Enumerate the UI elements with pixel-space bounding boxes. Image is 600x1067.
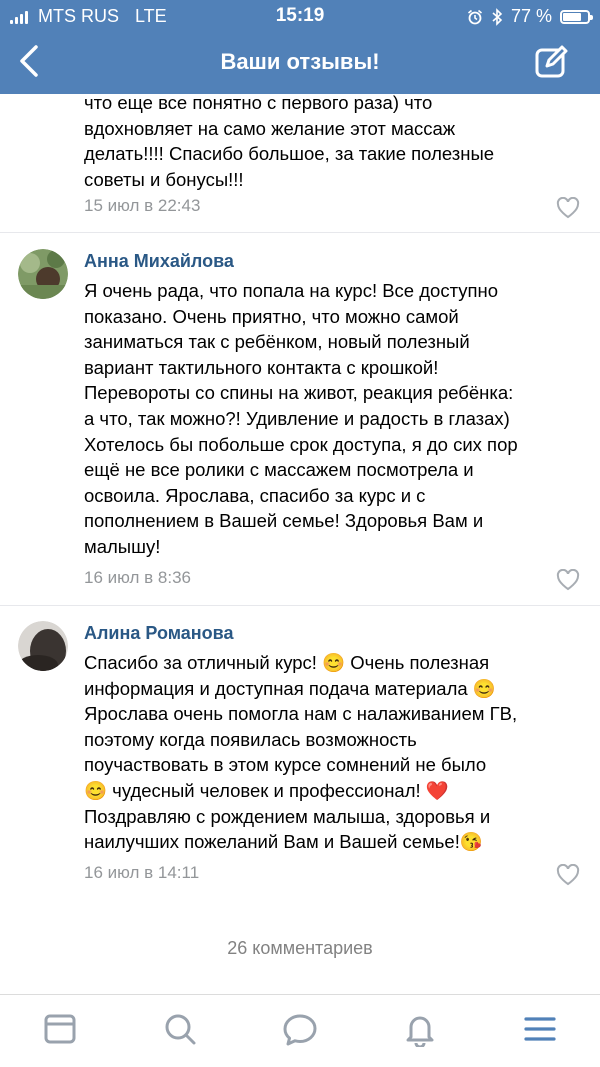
comment-author[interactable]: Анна Михайлова	[84, 251, 234, 272]
nav-bar: Ваши отзывы!	[0, 32, 600, 94]
status-right: 77 %	[467, 6, 593, 27]
bluetooth-icon	[492, 7, 503, 26]
heart-icon[interactable]	[556, 864, 580, 886]
avatar[interactable]	[18, 249, 68, 299]
comment-item: Анна Михайлова Я очень рада, что попала …	[0, 233, 600, 606]
comment-text: что еще все понятно с первого раза) что …	[84, 92, 495, 190]
news-icon[interactable]	[42, 1011, 78, 1047]
menu-icon[interactable]	[522, 1011, 558, 1047]
comment-item: что еще все понятно с первого раза) что …	[0, 90, 600, 233]
tab-bar	[0, 994, 600, 1067]
comment-text: Я очень рада, что попала на курс! Все до…	[84, 280, 518, 557]
messages-icon[interactable]	[282, 1011, 318, 1047]
comment-date: 16 июл в 8:36	[84, 568, 191, 587]
search-icon[interactable]	[162, 1011, 198, 1047]
comments-list: что еще все понятно с первого раза) что …	[0, 92, 600, 902]
comment-author[interactable]: Алина Романова	[84, 623, 234, 644]
avatar[interactable]	[18, 621, 68, 671]
comment-item: Алина Романова Спасибо за отличный курс!…	[0, 606, 600, 902]
battery-icon	[560, 9, 593, 24]
comment-date: 15 июл в 22:43	[84, 196, 201, 215]
header: MTS RUS LTE 15:19 77 % Ваши отзывы!	[0, 0, 600, 94]
comments-count-link[interactable]: 26 комментариев	[0, 938, 600, 959]
alarm-icon	[467, 9, 482, 24]
status-bar: MTS RUS LTE 15:19 77 %	[0, 0, 600, 32]
page-title: Ваши отзывы!	[220, 49, 380, 74]
heart-icon[interactable]	[556, 569, 580, 591]
battery-percent: 77 %	[510, 6, 552, 26]
heart-icon[interactable]	[556, 197, 580, 219]
compose-icon[interactable]	[534, 44, 570, 80]
notifications-icon[interactable]	[402, 1011, 438, 1047]
comment-date: 16 июл в 14:11	[84, 863, 200, 882]
